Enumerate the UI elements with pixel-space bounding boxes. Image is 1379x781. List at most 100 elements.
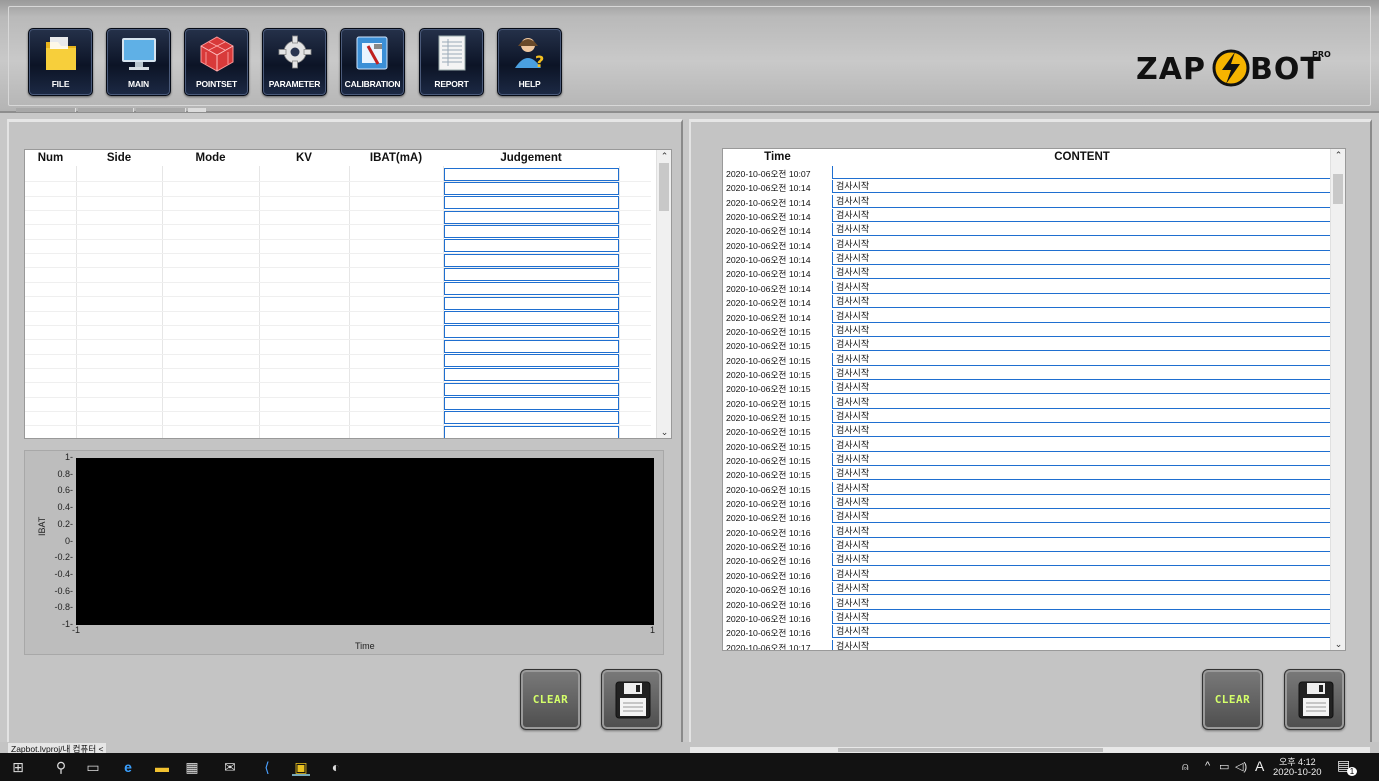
table-row[interactable]: 2020-10-06오전 10:14 검사시작 bbox=[723, 223, 1333, 237]
app-icon[interactable]: ⟨ bbox=[258, 759, 276, 776]
edge-icon[interactable]: e bbox=[119, 759, 137, 776]
column-header-time[interactable]: Time bbox=[723, 149, 832, 166]
scroll-thumb[interactable] bbox=[1333, 174, 1343, 204]
store-icon[interactable]: ▦ bbox=[183, 759, 201, 776]
log-time-cell: 2020-10-06오전 10:16 bbox=[726, 628, 811, 639]
log-content-cell: 검사시작 bbox=[832, 409, 1332, 423]
measurement-table[interactable]: Num Side Mode KV IBAT(mA) Judgement ⌃ ⌄ bbox=[24, 149, 672, 439]
log-time-cell: 2020-10-06오전 10:15 bbox=[726, 341, 811, 352]
log-time-cell: 2020-10-06오전 10:14 bbox=[726, 240, 811, 251]
judgement-indicator bbox=[444, 224, 619, 238]
mail-icon[interactable]: ✉ bbox=[221, 759, 239, 776]
log-time-cell: 2020-10-06오전 10:15 bbox=[726, 456, 811, 466]
clock-date[interactable]: 2020-10-20 bbox=[1273, 767, 1322, 778]
log-vertical-scrollbar[interactable]: ⌃ ⌄ bbox=[1330, 149, 1345, 650]
column-header-side[interactable]: Side bbox=[76, 150, 162, 166]
column-header-ibat[interactable]: IBAT(mA) bbox=[349, 150, 443, 166]
table-row[interactable]: 2020-10-06오전 10:14 검사시작 bbox=[723, 209, 1333, 223]
pointset-button[interactable]: POINTSET bbox=[184, 28, 249, 96]
table-row[interactable]: 2020-10-06오전 10:15 검사시작 bbox=[723, 438, 1333, 453]
help-button[interactable]: ? HELP bbox=[497, 28, 562, 96]
table-row[interactable]: 2020-10-06오전 10:14 검사시작 bbox=[723, 237, 1333, 252]
column-header-kv[interactable]: KV bbox=[259, 150, 349, 166]
column-header-content[interactable]: CONTENT bbox=[832, 149, 1332, 166]
column-header-mode[interactable]: Mode bbox=[162, 150, 259, 166]
log-time-cell: 2020-10-06오전 10:16 bbox=[726, 527, 811, 538]
log-time-cell: 2020-10-06오전 10:16 bbox=[726, 556, 811, 567]
file-button[interactable]: FILE bbox=[28, 28, 93, 96]
volume-icon[interactable]: ◁) bbox=[1235, 760, 1247, 773]
table-row[interactable]: 2020-10-06오전 10:14 검사시작 bbox=[723, 194, 1333, 209]
table-row[interactable]: 2020-10-06오전 10:14 검사시작 bbox=[723, 252, 1333, 266]
graph-plot-area[interactable] bbox=[76, 458, 654, 625]
table-row[interactable]: 2020-10-06오전 10:16 검사시작 bbox=[723, 539, 1333, 553]
scroll-down-icon[interactable]: ⌄ bbox=[1331, 638, 1345, 650]
report-button[interactable]: REPORT bbox=[419, 28, 484, 96]
table-row[interactable]: 2020-10-06오전 10:07 bbox=[723, 166, 1333, 180]
log-content-cell: 검사시작 bbox=[832, 567, 1332, 581]
scroll-up-icon[interactable]: ⌃ bbox=[1331, 149, 1345, 161]
log-time-cell: 2020-10-06오전 10:14 bbox=[726, 312, 811, 323]
column-header-num[interactable]: Num bbox=[25, 150, 76, 166]
file-explorer-icon[interactable]: ▬ bbox=[153, 759, 171, 776]
chevron-up-icon[interactable]: ^ bbox=[1205, 760, 1210, 772]
log-content-cell: 검사시작 bbox=[832, 180, 1332, 194]
table-row[interactable]: 2020-10-06오전 10:15 검사시작 bbox=[723, 467, 1333, 481]
table-row[interactable]: 2020-10-06오전 10:14 검사시작 bbox=[723, 180, 1333, 194]
main-button[interactable]: MAIN bbox=[106, 28, 171, 96]
clear-button-right[interactable]: CLEAR bbox=[1202, 669, 1263, 730]
table-vertical-scrollbar[interactable]: ⌃ ⌄ bbox=[656, 150, 671, 438]
table-row[interactable]: 2020-10-06오전 10:15 검사시작 bbox=[723, 409, 1333, 424]
table-row[interactable]: 2020-10-06오전 10:15 검사시작 bbox=[723, 323, 1333, 338]
save-button-right[interactable] bbox=[1284, 669, 1345, 730]
input-language[interactable]: A bbox=[1255, 758, 1264, 774]
table-row[interactable]: 2020-10-06오전 10:16 검사시작 bbox=[723, 510, 1333, 524]
table-row[interactable]: 2020-10-06오전 10:14 검사시작 bbox=[723, 280, 1333, 295]
table-row[interactable]: 2020-10-06오전 10:14 검사시작 bbox=[723, 309, 1333, 324]
people-icon[interactable]: ⍝ bbox=[1182, 761, 1189, 774]
scroll-up-icon[interactable]: ⌃ bbox=[657, 150, 671, 162]
table-row[interactable]: 2020-10-06오전 10:16 검사시작 bbox=[723, 625, 1333, 639]
table-row[interactable]: 2020-10-06오전 10:15 검사시작 bbox=[723, 395, 1333, 410]
search-icon[interactable]: ⚲ bbox=[52, 759, 70, 776]
table-row[interactable]: 2020-10-06오전 10:15 검사시작 bbox=[723, 424, 1333, 438]
graph-x-label: Time bbox=[355, 641, 375, 651]
log-table[interactable]: Time CONTENT 2020-10-06오전 10:07 2020-10-0… bbox=[722, 148, 1346, 651]
save-button-left[interactable] bbox=[601, 669, 662, 730]
table-row[interactable]: 2020-10-06오전 10:16 검사시작 bbox=[723, 567, 1333, 582]
scroll-down-icon[interactable]: ⌄ bbox=[657, 426, 671, 438]
log-content-cell: 검사시작 bbox=[832, 510, 1332, 524]
task-view-icon[interactable]: ▭ bbox=[84, 759, 102, 776]
scroll-thumb[interactable] bbox=[838, 748, 1103, 752]
labview-icon[interactable]: ▣ bbox=[292, 759, 310, 776]
table-row[interactable]: 2020-10-06오전 10:15 검사시작 bbox=[723, 453, 1333, 467]
table-row[interactable]: 2020-10-06오전 10:15 검사시작 bbox=[723, 481, 1333, 496]
windows-start-icon[interactable]: ⊞ bbox=[9, 759, 27, 776]
table-row[interactable]: 2020-10-06오전 10:16 검사시작 bbox=[723, 496, 1333, 510]
log-time-cell: 2020-10-06오전 10:14 bbox=[726, 269, 811, 280]
table-row[interactable]: 2020-10-06오전 10:16 검사시작 bbox=[723, 582, 1333, 596]
table-row[interactable]: 2020-10-06오전 10:15 검사시작 bbox=[723, 381, 1333, 395]
table-row[interactable]: 2020-10-06오전 10:14 검사시작 bbox=[723, 266, 1333, 280]
table-row[interactable]: 2020-10-06오전 10:15 검사시작 bbox=[723, 366, 1333, 381]
table-row[interactable]: 2020-10-06오전 10:16 검사시작 bbox=[723, 553, 1333, 567]
clear-button-left[interactable]: CLEAR bbox=[520, 669, 581, 730]
grid-cube-icon bbox=[200, 36, 234, 72]
table-row[interactable]: 2020-10-06오전 10:16 검사시작 bbox=[723, 524, 1333, 539]
column-header-judgement[interactable]: Judgement bbox=[443, 150, 619, 166]
left-panel: Num Side Mode KV IBAT(mA) Judgement ⌃ ⌄ … bbox=[7, 119, 683, 747]
table-row[interactable]: 2020-10-06오전 10:17 검사시작 bbox=[723, 639, 1333, 650]
table-row[interactable]: 2020-10-06오전 10:14 검사시작 bbox=[723, 295, 1333, 309]
table-row[interactable]: 2020-10-06오전 10:16 검사시작 bbox=[723, 610, 1333, 625]
table-row[interactable]: 2020-10-06오전 10:16 검사시작 bbox=[723, 596, 1333, 611]
paint-icon[interactable]: ◐ bbox=[327, 759, 345, 776]
calibration-button[interactable]: CALIBRATION bbox=[340, 28, 405, 96]
judgement-indicator bbox=[444, 210, 619, 224]
parameter-button[interactable]: PARAMETER bbox=[262, 28, 327, 96]
log-content-cell: 검사시작 bbox=[832, 582, 1332, 596]
scroll-thumb[interactable] bbox=[659, 163, 669, 211]
table-row[interactable]: 2020-10-06오전 10:15 검사시작 bbox=[723, 338, 1333, 352]
network-icon[interactable]: ▭ bbox=[1219, 760, 1229, 773]
system-tray: ⍝ ^ ▭ ◁) A 오후 4:12 2020-10-20 ▤ 1 bbox=[1167, 755, 1367, 779]
table-row[interactable]: 2020-10-06오전 10:15 검사시작 bbox=[723, 352, 1333, 367]
